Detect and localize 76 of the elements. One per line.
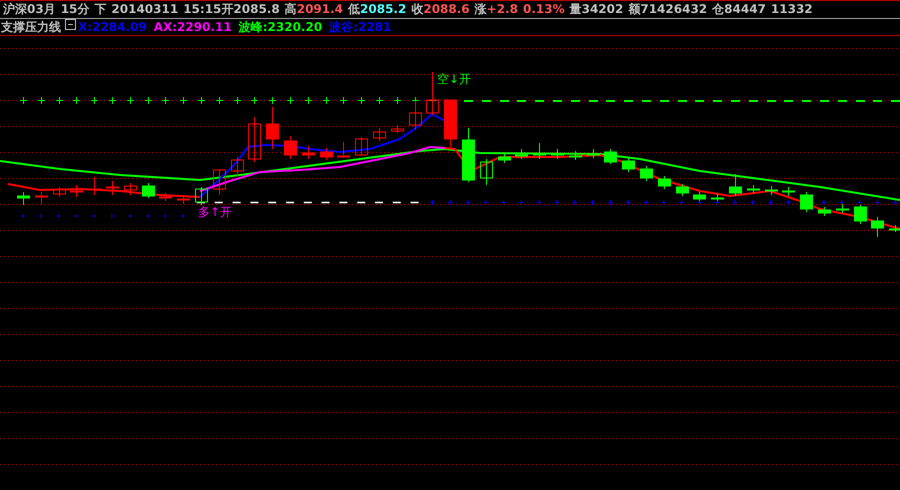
candlestick <box>622 156 635 172</box>
quote-text: 下 <box>94 1 106 18</box>
candlestick <box>177 194 190 204</box>
series-value: 波谷:2281 <box>329 19 392 35</box>
candlestick <box>444 100 457 148</box>
candlestick <box>17 192 30 206</box>
quote-label: 涨 <box>474 1 487 18</box>
candlestick <box>747 184 760 194</box>
series-value: X:2284.09 <box>78 19 147 35</box>
indicator-title: 支撑压力线 <box>1 19 61 35</box>
candlestick <box>284 136 297 160</box>
series-value: AX:2290.11 <box>154 19 232 35</box>
candlestick <box>231 156 244 176</box>
candlestick <box>320 148 333 160</box>
candlestick <box>373 128 386 142</box>
candlestick <box>266 106 279 150</box>
candlestick <box>337 142 350 158</box>
candlestick <box>106 180 119 196</box>
candlestick <box>711 194 724 202</box>
change-percent: 0.13% <box>522 1 565 18</box>
candlestick <box>142 182 155 198</box>
candlestick <box>462 128 475 182</box>
quote-label: 高 <box>284 1 297 18</box>
quote-text: 额71426432 <box>628 1 708 18</box>
signal-label: 空↓开 <box>437 72 472 86</box>
candlestick <box>355 136 368 156</box>
candlestick <box>800 192 813 212</box>
candlestick <box>124 182 137 196</box>
candlestick <box>587 148 600 158</box>
quote-label: 低 <box>348 1 360 18</box>
candlestick <box>765 186 778 196</box>
candlestick <box>569 150 582 160</box>
candlestick <box>159 192 172 202</box>
quote-text: 量34202 <box>570 1 624 18</box>
candlestick <box>658 176 671 190</box>
candlestick <box>53 186 66 198</box>
candlestick <box>391 124 404 134</box>
candlestick <box>676 184 689 196</box>
candlestick <box>88 176 101 196</box>
candlestick <box>551 148 564 160</box>
quote-value: 2085.2 <box>360 1 406 18</box>
candlestick <box>729 174 742 196</box>
candlestick <box>35 192 48 204</box>
quote-text: 20140311 <box>111 1 178 18</box>
candlestick <box>498 152 511 164</box>
candlestick <box>533 142 546 160</box>
quote-text: 15分 <box>60 1 90 18</box>
candlestick <box>213 168 226 196</box>
quote-value: 2091.4 <box>296 1 344 18</box>
candlestick <box>302 146 315 160</box>
quote-text: 11332 <box>770 1 813 18</box>
candlestick <box>854 204 867 224</box>
candlestick <box>515 148 528 160</box>
candlestick <box>248 116 261 162</box>
quote-text: 仓84447 <box>712 1 766 18</box>
quote-text: 沪深03月 <box>3 1 56 18</box>
candlestick <box>693 192 706 202</box>
candlestick <box>604 148 617 164</box>
quote-text: 15:15开2085.8 <box>183 1 280 18</box>
candlestick <box>480 158 493 186</box>
candlestick <box>889 224 900 232</box>
candlestick <box>195 186 208 206</box>
series-value: 波峰:2320.20 <box>238 19 322 35</box>
candlestick <box>836 204 849 214</box>
candlestick <box>818 206 831 216</box>
signal-label: 多↑开 <box>198 205 232 219</box>
candlestick <box>871 216 884 238</box>
candlestick <box>409 100 422 130</box>
candlestick <box>640 166 653 182</box>
candlestick <box>70 184 83 198</box>
candlestick <box>426 72 439 116</box>
candlestick <box>782 186 795 196</box>
quote-label: 收 <box>411 1 424 18</box>
quote-value: 2088.6 <box>423 1 470 18</box>
quote-value: +2.8 <box>486 1 518 18</box>
collapse-icon[interactable] <box>65 19 76 30</box>
